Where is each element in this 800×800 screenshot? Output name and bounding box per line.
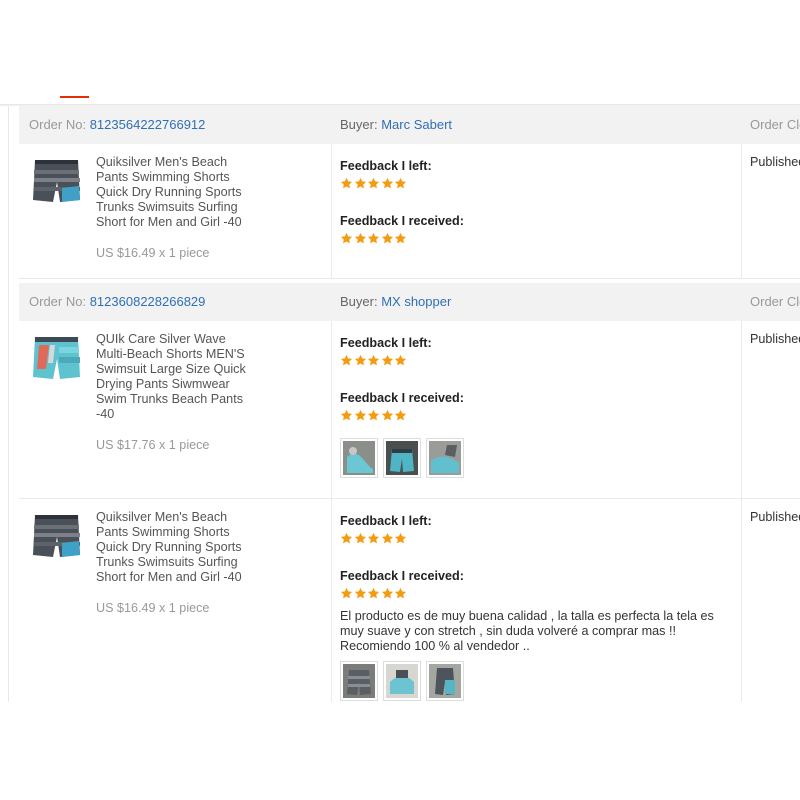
- star-icon: [368, 232, 380, 244]
- product-title-link[interactable]: Quiksilver Men's Beach Pants Swimming Sh…: [96, 155, 256, 230]
- product-price: US $16.49 x 1 piece: [96, 246, 210, 260]
- star-icon: [395, 232, 407, 244]
- order-item-row: Quiksilver Men's Beach Pants Swimming Sh…: [19, 144, 800, 279]
- feedback-status: Published: [750, 332, 800, 346]
- star-icon: [354, 232, 366, 244]
- star-icon: [354, 409, 366, 421]
- feedback-left-label: Feedback I left:: [340, 336, 432, 350]
- star-icon: [381, 532, 393, 544]
- order-number-label: Order No:: [29, 117, 87, 132]
- star-icon: [395, 587, 407, 599]
- feedback-left-label: Feedback I left:: [340, 514, 432, 528]
- order-status: Order Clo: [750, 117, 800, 132]
- star-icon: [395, 532, 407, 544]
- column-divider: [331, 144, 332, 278]
- product-title-link[interactable]: Quiksilver Men's Beach Pants Swimming Sh…: [96, 510, 256, 585]
- star-icon: [368, 354, 380, 366]
- star-icon: [340, 177, 353, 189]
- feedback-left-label: Feedback I left:: [340, 159, 432, 173]
- star-icon: [395, 177, 407, 189]
- star-icon: [381, 232, 393, 244]
- star-icon: [381, 177, 393, 189]
- star-icon: [368, 532, 380, 544]
- review-photo-thumbnail[interactable]: [383, 438, 421, 478]
- star-icon: [354, 532, 366, 544]
- active-tab-indicator[interactable]: [60, 96, 89, 98]
- star-icon: [354, 587, 366, 599]
- review-photos: [340, 438, 470, 478]
- star-icon: [340, 354, 353, 366]
- star-icon: [340, 587, 353, 599]
- feedback-received-label: Feedback I received:: [340, 569, 464, 583]
- order-status: Order Clo: [750, 294, 800, 309]
- feedback-status: Published: [750, 510, 800, 524]
- order-item-row: Quiksilver Men's Beach Pants Swimming Sh…: [19, 499, 800, 702]
- star-icon: [395, 354, 407, 366]
- column-divider: [741, 499, 742, 702]
- buyer-name-link[interactable]: Marc Sabert: [381, 117, 452, 132]
- star-icon: [354, 177, 366, 189]
- buyer-name-link[interactable]: MX shopper: [381, 294, 451, 309]
- star-icon: [340, 532, 353, 544]
- feedback-left-stars: [340, 177, 408, 190]
- feedback-received-label: Feedback I received:: [340, 391, 464, 405]
- product-title-link[interactable]: QUIk Care Silver Wave Multi-Beach Shorts…: [96, 332, 256, 422]
- feedback-status: Published: [750, 155, 800, 169]
- feedback-received-stars: [340, 409, 408, 422]
- feedback-received-stars: [340, 232, 408, 245]
- star-icon: [381, 354, 393, 366]
- order-header: Order No: 8123608228266829 Buyer: MX sho…: [19, 283, 800, 321]
- feedback-order-list: Order No: 8123564222766912 Buyer: Marc S…: [8, 106, 800, 702]
- star-icon: [368, 409, 380, 421]
- review-photo-thumbnail[interactable]: [340, 438, 378, 478]
- feedback-comment: El producto es de muy buena calidad , la…: [340, 609, 714, 653]
- order-number: Order No: 8123564222766912: [29, 117, 205, 132]
- star-icon: [381, 409, 393, 421]
- star-icon: [395, 409, 407, 421]
- order-number: Order No: 8123608228266829: [29, 294, 205, 309]
- star-icon: [340, 409, 353, 421]
- top-navigation-bar: [0, 0, 800, 104]
- review-photo-thumbnail[interactable]: [426, 661, 464, 701]
- order-number-label: Order No:: [29, 294, 87, 309]
- order-number-link[interactable]: 8123564222766912: [90, 117, 206, 132]
- star-icon: [354, 354, 366, 366]
- order-header: Order No: 8123564222766912 Buyer: Marc S…: [19, 106, 800, 144]
- product-price: US $17.76 x 1 piece: [96, 438, 210, 452]
- review-photo-thumbnail[interactable]: [340, 661, 378, 701]
- feedback-left-stars: [340, 354, 408, 367]
- buyer: Buyer: Marc Sabert: [340, 117, 452, 132]
- buyer-label: Buyer:: [340, 117, 378, 132]
- column-divider: [741, 144, 742, 278]
- buyer: Buyer: MX shopper: [340, 294, 451, 309]
- product-image[interactable]: [29, 511, 84, 566]
- feedback-received-label: Feedback I received:: [340, 214, 464, 228]
- order-number-link[interactable]: 8123608228266829: [90, 294, 206, 309]
- review-photo-thumbnail[interactable]: [426, 438, 464, 478]
- review-photos: [340, 661, 470, 701]
- star-icon: [381, 587, 393, 599]
- column-divider: [331, 321, 332, 498]
- star-icon: [368, 587, 380, 599]
- feedback-received-stars: [340, 587, 408, 600]
- buyer-label: Buyer:: [340, 294, 378, 309]
- column-divider: [331, 499, 332, 702]
- star-icon: [340, 232, 353, 244]
- product-price: US $16.49 x 1 piece: [96, 601, 210, 615]
- star-icon: [368, 177, 380, 189]
- product-image[interactable]: [29, 333, 84, 388]
- order-item-row: QUIk Care Silver Wave Multi-Beach Shorts…: [19, 321, 800, 499]
- product-image[interactable]: [29, 156, 84, 211]
- feedback-left-stars: [340, 532, 408, 545]
- review-photo-thumbnail[interactable]: [383, 661, 421, 701]
- column-divider: [741, 321, 742, 498]
